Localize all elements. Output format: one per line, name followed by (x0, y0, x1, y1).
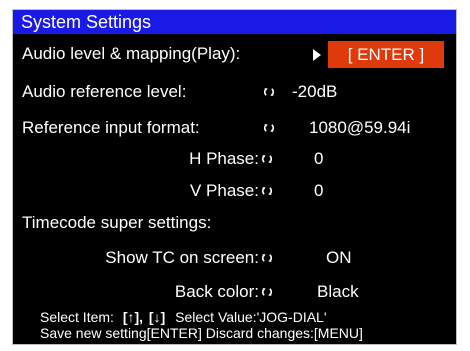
show-tc-label: Show TC on screen: (105, 248, 259, 267)
jog-dial-icon[interactable] (263, 122, 275, 134)
title-bar: System Settings (13, 10, 456, 34)
audio-ref-level-label: Audio reference level: (22, 82, 187, 101)
h-phase-label: H Phase: (189, 149, 259, 168)
jog-dial-icon[interactable] (261, 185, 273, 197)
v-phase-value[interactable]: 0 (314, 180, 323, 202)
down-key-hint: [↓] (148, 309, 166, 325)
jog-dial-icon[interactable] (261, 153, 273, 165)
ref-input-format-label: Reference input format: (22, 118, 200, 137)
ref-input-format-value[interactable]: 1080@59.94i (309, 117, 410, 139)
back-color-value[interactable]: Black (317, 281, 359, 303)
help-line-2: Save new setting[ENTER] Discard changes:… (40, 325, 363, 341)
audio-mapping-enter-button[interactable]: [ ENTER ] (328, 41, 444, 68)
help-line-1: Select Item: [↑], [↓] Select Value:'JOG-… (40, 309, 327, 326)
help-select-value: Select Value:'JOG-DIAL' (175, 309, 327, 325)
v-phase-label: V Phase: (190, 181, 259, 200)
jog-dial-icon[interactable] (261, 252, 273, 264)
settings-panel: System Settings Audio level & mapping(Pl… (12, 9, 457, 345)
audio-ref-level-value[interactable]: -20dB (292, 81, 337, 103)
h-phase-value[interactable]: 0 (314, 148, 323, 170)
play-arrow-icon (313, 49, 321, 61)
help-select-item: Select Item: (40, 309, 114, 325)
jog-dial-icon[interactable] (263, 86, 275, 98)
jog-dial-icon[interactable] (261, 286, 273, 298)
up-key-hint: [↑], (122, 309, 144, 325)
window-title: System Settings (21, 12, 152, 32)
back-color-label: Back color: (174, 282, 259, 301)
audio-mapping-label: Audio level & mapping(Play): (22, 44, 241, 63)
timecode-section-heading: Timecode super settings: (22, 213, 212, 232)
show-tc-value[interactable]: ON (326, 247, 352, 269)
